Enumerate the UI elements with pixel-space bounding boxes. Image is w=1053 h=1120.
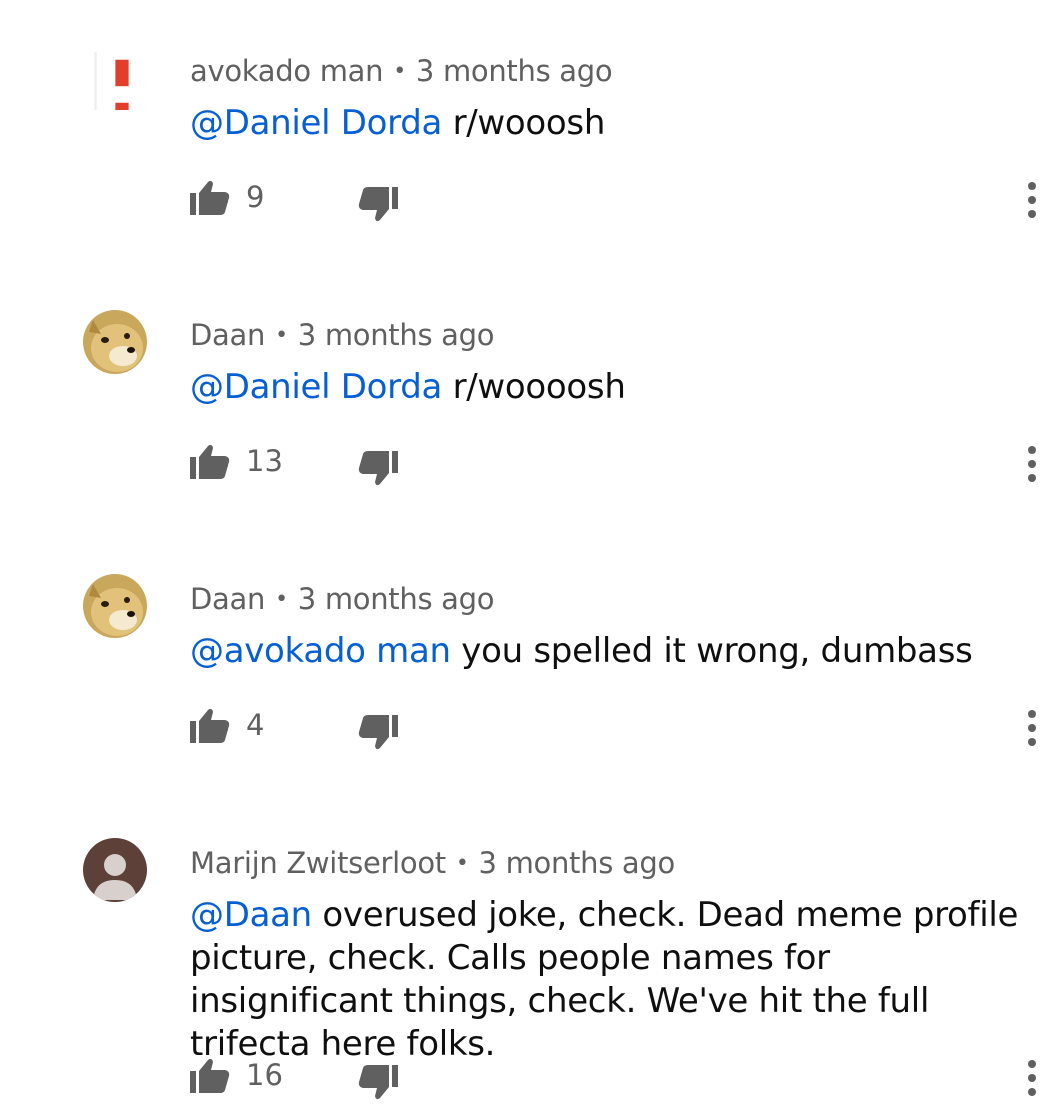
comment-text: @Daniel Dorda r/woooosh bbox=[190, 366, 1030, 409]
like-button[interactable] bbox=[188, 176, 232, 220]
thumbs-down-icon bbox=[358, 187, 398, 222]
timestamp[interactable]: 3 months ago bbox=[298, 582, 495, 616]
author-name[interactable]: avokado man bbox=[190, 54, 384, 88]
thumbs-down-icon bbox=[358, 451, 398, 486]
thumbs-up-icon bbox=[190, 1058, 230, 1093]
separator-dot: • bbox=[393, 59, 406, 84]
more-options-button[interactable] bbox=[1020, 1056, 1044, 1096]
comment-actions: 16 bbox=[188, 1054, 1048, 1102]
timestamp[interactable]: 3 months ago bbox=[479, 846, 676, 880]
more-options-button[interactable] bbox=[1020, 442, 1044, 486]
dislike-button[interactable] bbox=[356, 710, 400, 754]
more-options-button[interactable] bbox=[1020, 706, 1044, 750]
comment-text: @Daniel Dorda r/wooosh bbox=[190, 102, 1030, 145]
avatar[interactable] bbox=[83, 310, 147, 374]
author-name[interactable]: Daan bbox=[190, 318, 265, 352]
doge-icon bbox=[83, 310, 147, 374]
separator-dot: • bbox=[275, 587, 288, 612]
thumbs-up-icon bbox=[190, 180, 230, 215]
doge-icon bbox=[83, 574, 147, 638]
dislike-button[interactable] bbox=[356, 182, 400, 226]
like-button[interactable] bbox=[188, 440, 232, 484]
comment-actions: 9 bbox=[188, 176, 1048, 224]
like-count: 9 bbox=[246, 180, 265, 214]
more-vert-icon bbox=[1028, 182, 1036, 218]
like-count: 13 bbox=[246, 444, 283, 478]
comment-actions: 13 bbox=[188, 440, 1048, 488]
comment-body: overused joke, check. Dead meme profile … bbox=[190, 895, 1019, 1064]
separator-dot: • bbox=[455, 851, 469, 876]
like-button[interactable] bbox=[188, 1054, 232, 1098]
exclamation-icon bbox=[94, 52, 140, 110]
mention-link[interactable]: @Daniel Dorda bbox=[190, 103, 442, 143]
timestamp[interactable]: 3 months ago bbox=[298, 318, 495, 352]
comment-actions: 4 bbox=[188, 704, 1048, 752]
comment-item: Daan • 3 months ago @Daniel Dorda r/woooos… bbox=[0, 308, 1053, 572]
avatar[interactable] bbox=[90, 52, 140, 110]
mention-link[interactable]: @avokado man bbox=[190, 631, 451, 671]
comment-item: Daan • 3 months ago @avokado man you spell… bbox=[0, 572, 1053, 836]
timestamp[interactable]: 3 months ago bbox=[416, 54, 613, 88]
more-vert-icon bbox=[1028, 446, 1036, 482]
more-options-button[interactable] bbox=[1020, 178, 1044, 222]
comment-item: Marijn Zwitserloot • 3 months ago @Daan ov… bbox=[0, 836, 1053, 1100]
comment-meta: Daan • 3 months ago bbox=[190, 582, 495, 616]
comment-body: you spelled it wrong, dumbass bbox=[450, 631, 973, 671]
more-vert-icon bbox=[1028, 710, 1036, 746]
thumbs-down-icon bbox=[358, 715, 398, 750]
dislike-button[interactable] bbox=[356, 1060, 400, 1104]
like-button[interactable] bbox=[188, 704, 232, 748]
thumbs-up-icon bbox=[190, 708, 230, 743]
default-person-icon bbox=[83, 838, 147, 902]
comment-meta: avokado man • 3 months ago bbox=[190, 54, 613, 88]
like-count: 16 bbox=[246, 1058, 283, 1092]
comment-body: r/woooosh bbox=[442, 367, 626, 407]
like-count: 4 bbox=[246, 708, 265, 742]
comment-body: r/wooosh bbox=[442, 103, 606, 143]
separator-dot: • bbox=[275, 323, 288, 348]
avatar[interactable] bbox=[83, 838, 147, 902]
comment-item: avokado man • 3 months ago @Daniel Dorda r… bbox=[0, 44, 1053, 308]
comment-meta: Marijn Zwitserloot • 3 months ago bbox=[190, 846, 675, 880]
mention-link[interactable]: @Daniel Dorda bbox=[190, 367, 442, 407]
thumbs-up-icon bbox=[190, 444, 230, 479]
avatar[interactable] bbox=[83, 574, 147, 638]
author-name[interactable]: Daan bbox=[190, 582, 265, 616]
comment-text: @Daan overused joke, check. Dead meme pr… bbox=[190, 894, 1030, 1066]
comment-meta: Daan • 3 months ago bbox=[190, 318, 495, 352]
mention-link[interactable]: @Daan bbox=[190, 895, 312, 935]
author-name[interactable]: Marijn Zwitserloot bbox=[190, 846, 446, 880]
comment-text: @avokado man you spelled it wrong, dumba… bbox=[190, 630, 1030, 673]
more-vert-icon bbox=[1028, 1060, 1036, 1096]
dislike-button[interactable] bbox=[356, 446, 400, 490]
thumbs-down-icon bbox=[358, 1065, 398, 1100]
